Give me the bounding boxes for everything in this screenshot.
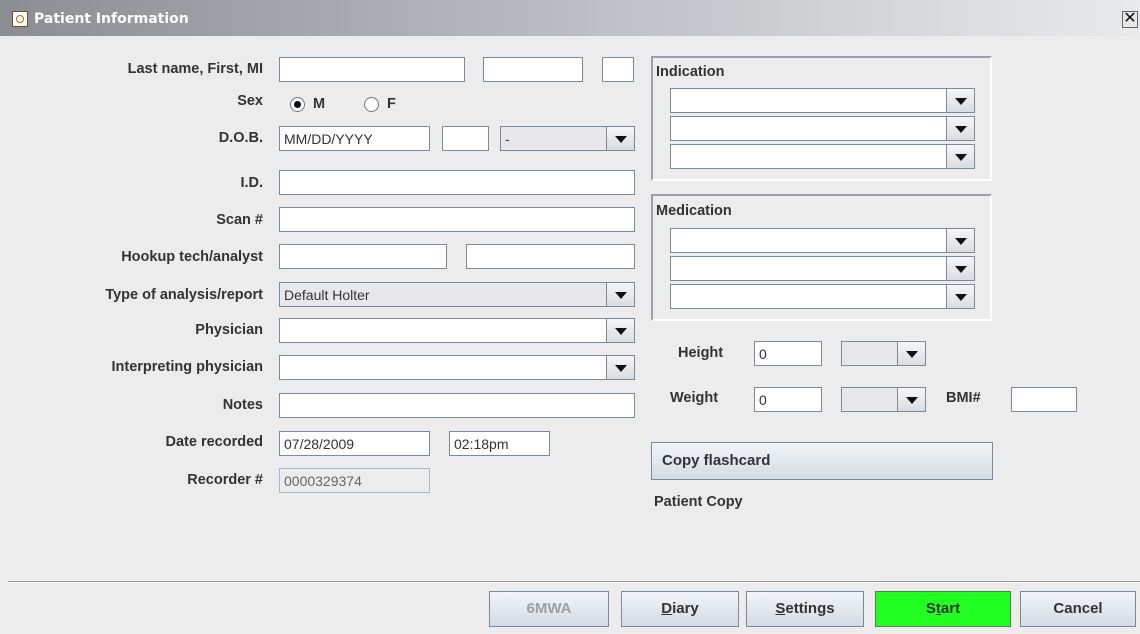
- medication-title: Medication: [656, 203, 732, 219]
- java-cup-icon: [12, 11, 28, 27]
- chevron-down-icon[interactable]: [946, 145, 974, 168]
- age-unit-select[interactable]: -: [500, 126, 635, 151]
- close-button[interactable]: ✕: [1122, 11, 1138, 28]
- window-title: Patient Information: [34, 11, 189, 27]
- last-name-field[interactable]: [279, 57, 465, 82]
- chevron-down-icon[interactable]: [946, 89, 974, 112]
- patient-copy-status: Patient Copy: [654, 494, 743, 510]
- cancel-button[interactable]: Cancel: [1020, 591, 1136, 627]
- bmi-label: BMI#: [946, 390, 981, 406]
- chevron-down-icon[interactable]: [606, 319, 634, 342]
- id-label: I.D.: [240, 175, 263, 191]
- notes-label: Notes: [222, 397, 263, 413]
- first-name-field[interactable]: [483, 57, 583, 82]
- chevron-down-icon[interactable]: [606, 356, 634, 379]
- physician-select[interactable]: [279, 318, 635, 343]
- title-bar: Patient Information ✕: [0, 0, 1140, 36]
- id-field[interactable]: [279, 170, 635, 195]
- medication-select-3[interactable]: [670, 284, 975, 309]
- indication-select-3[interactable]: [670, 144, 975, 169]
- dob-label: D.O.B.: [218, 130, 263, 146]
- date-field[interactable]: 07/28/2009: [279, 431, 430, 456]
- settings-label-rest: ettings: [785, 600, 835, 617]
- scan-field[interactable]: [279, 207, 635, 232]
- notes-field[interactable]: [279, 393, 635, 418]
- hookup-tech-field[interactable]: [279, 244, 447, 269]
- diary-mnemonic: D: [661, 600, 673, 617]
- dob-field[interactable]: MM/DD/YYYY: [279, 126, 430, 151]
- interp-physician-select[interactable]: [279, 355, 635, 380]
- medication-select-1[interactable]: [670, 228, 975, 253]
- scan-label: Scan #: [216, 212, 263, 228]
- analysis-select[interactable]: Default Holter: [279, 282, 635, 307]
- analyst-field[interactable]: [466, 244, 635, 269]
- age-field[interactable]: [442, 126, 489, 151]
- indication-select-1[interactable]: [670, 88, 975, 113]
- chevron-down-icon[interactable]: [606, 283, 634, 306]
- start-label-a: S: [925, 600, 936, 617]
- sex-m-radio[interactable]: [290, 97, 305, 112]
- sex-f-label: F: [387, 96, 396, 112]
- age-unit-value: -: [505, 131, 510, 147]
- hookup-label: Hookup tech/analyst: [121, 249, 263, 265]
- weight-label: Weight: [670, 390, 719, 406]
- chevron-down-icon[interactable]: [897, 342, 925, 365]
- sex-m-label: M: [313, 96, 326, 112]
- start-button[interactable]: Start: [875, 591, 1011, 627]
- bmi-field[interactable]: [1011, 387, 1077, 412]
- interp-label: Interpreting physician: [111, 359, 263, 375]
- settings-button[interactable]: Settings: [746, 591, 864, 627]
- recorder-field: 0000329374: [279, 468, 430, 493]
- chevron-down-icon[interactable]: [946, 285, 974, 308]
- indication-select-2[interactable]: [670, 116, 975, 141]
- weight-unit-select[interactable]: [841, 387, 926, 412]
- copy-flashcard-button[interactable]: Copy flashcard: [651, 442, 993, 480]
- medication-select-2[interactable]: [670, 256, 975, 281]
- sex-f-radio[interactable]: [364, 97, 379, 112]
- analysis-label: Type of analysis/report: [105, 287, 263, 303]
- chevron-down-icon[interactable]: [946, 229, 974, 252]
- recorder-label: Recorder #: [187, 472, 263, 488]
- height-unit-select[interactable]: [841, 341, 926, 366]
- patient-info-window: Patient Information ✕ Last name, First, …: [0, 0, 1140, 634]
- analysis-value: Default Holter: [284, 287, 370, 303]
- weight-field[interactable]: 0: [754, 387, 822, 412]
- physician-label: Physician: [195, 322, 263, 338]
- start-label-c: art: [940, 600, 961, 617]
- chevron-down-icon[interactable]: [606, 127, 634, 150]
- footer-divider: [8, 581, 1140, 583]
- sex-label: Sex: [237, 93, 263, 109]
- height-field[interactable]: 0: [754, 341, 822, 366]
- name-label: Last name, First, MI: [127, 61, 263, 77]
- indication-title: Indication: [656, 64, 725, 80]
- chevron-down-icon[interactable]: [946, 257, 974, 280]
- chevron-down-icon[interactable]: [897, 388, 925, 411]
- chevron-down-icon[interactable]: [946, 117, 974, 140]
- settings-mnemonic: S: [775, 600, 786, 617]
- date-label: Date recorded: [165, 434, 263, 450]
- middle-initial-field[interactable]: [602, 57, 634, 82]
- time-field[interactable]: 02:18pm: [449, 431, 550, 456]
- diary-button[interactable]: Diary: [621, 591, 739, 627]
- diary-label-rest: iary: [672, 600, 699, 617]
- height-label: Height: [678, 345, 724, 361]
- 6mwa-button[interactable]: 6MWA: [489, 591, 609, 627]
